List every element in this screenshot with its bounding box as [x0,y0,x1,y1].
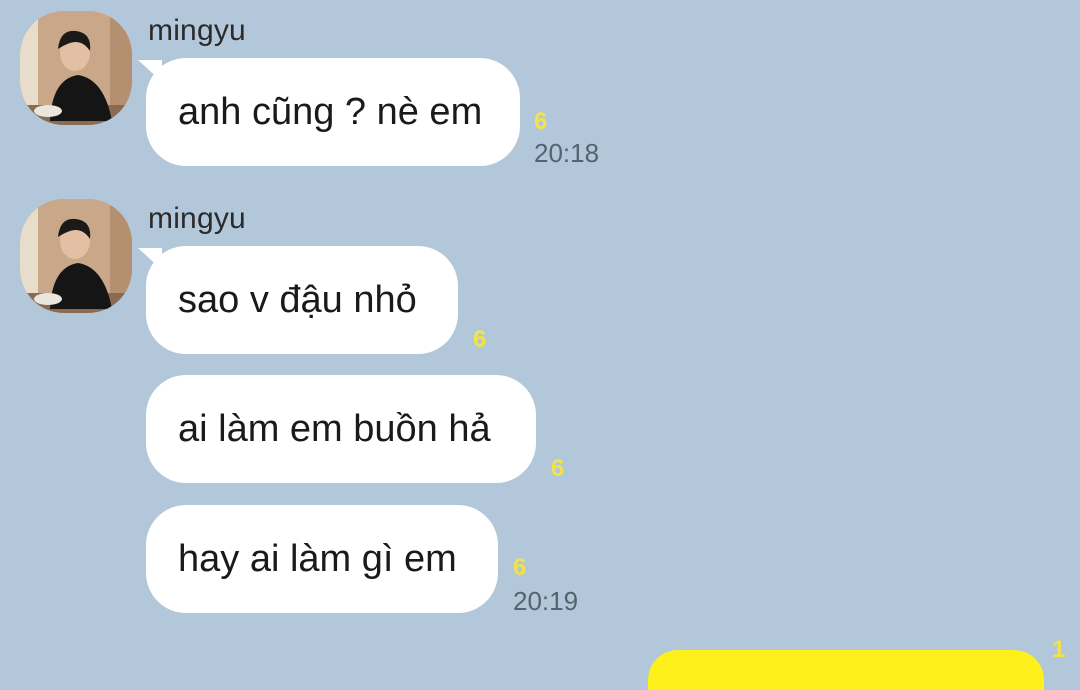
chat-message-list: mingyu anh cũng ? nè em 6 20:18 mingyu s… [0,0,1080,690]
message-bubble[interactable]: ai làm em buồn hả [146,375,536,483]
sender-avatar[interactable] [20,199,132,313]
unread-count: 6 [551,455,565,482]
sender-avatar[interactable] [20,11,132,125]
message-text: sao v đậu nhỏ [178,278,417,321]
sender-name: mingyu [148,14,246,47]
message-time: 20:18 [534,138,600,168]
message-bubble[interactable]: sao v đậu nhỏ [146,246,458,354]
sender-name: mingyu [148,202,246,235]
unread-count: 6 [513,554,527,581]
outgoing-message-bubble[interactable] [648,650,1044,690]
unread-count: 6 [534,108,548,135]
message-bubble[interactable]: anh cũng ? nè em [146,58,520,166]
outgoing-unread-count: 1 [1052,636,1066,663]
unread-count: 6 [473,326,487,353]
avatar-photo-icon [20,11,132,125]
avatar-photo-icon [20,199,132,313]
message-bubble[interactable]: hay ai làm gì em [146,505,498,613]
message-text: hay ai làm gì em [178,537,457,580]
message-text: anh cũng ? nè em [178,90,483,133]
message-time: 20:19 [513,586,579,616]
message-text: ai làm em buồn hả [178,407,491,450]
